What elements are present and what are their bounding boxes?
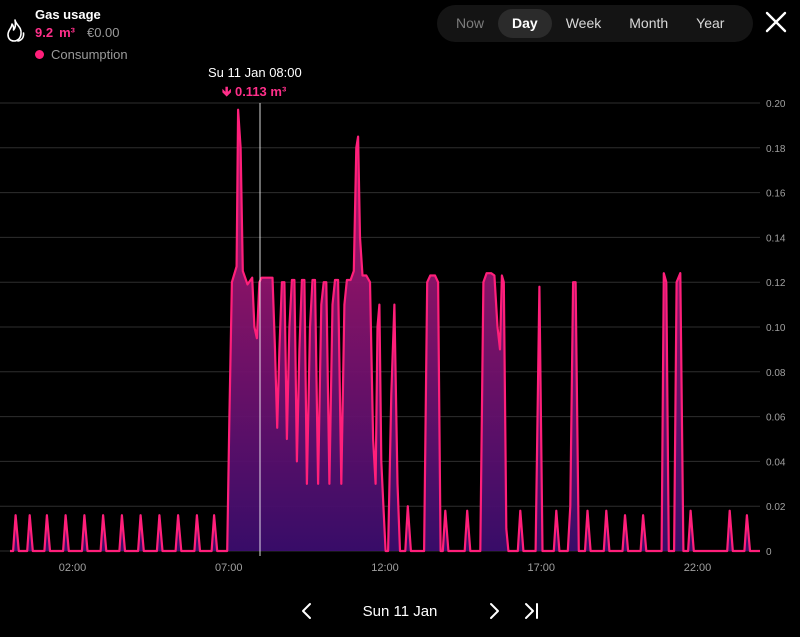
y-tick-label: 0.02	[766, 502, 786, 513]
flame-icon	[7, 19, 25, 42]
legend-consumption: Consumption	[35, 47, 128, 62]
y-tick-label: 0.10	[766, 323, 786, 334]
y-tick-label: 0.20	[766, 99, 786, 110]
consumption-area	[10, 109, 760, 551]
y-tick-label: 0	[766, 547, 772, 558]
y-axis-ticks: 0.20 0.18 0.16 0.14 0.12 0.10 0.08 0.06 0.04 0.02…	[766, 99, 786, 558]
consumption-line	[10, 108, 760, 553]
tab-day[interactable]: Day	[498, 9, 552, 38]
y-tick-label: 0.18	[766, 144, 786, 155]
usage-summary: 9.2 m³ €0.00	[35, 25, 120, 40]
x-tick-label: 22:00	[684, 562, 712, 574]
y-tick-label: 0.12	[766, 278, 786, 289]
x-tick-label: 12:00	[371, 562, 399, 574]
period-tabs: Now Day Week Month Year	[437, 5, 753, 42]
tab-week[interactable]: Week	[552, 9, 616, 38]
current-date-label[interactable]: Sun 11 Jan	[340, 603, 460, 620]
x-axis-ticks: 02:00 07:00 12:00 17:00 22:00	[59, 562, 712, 574]
usage-value: 9.2	[35, 25, 54, 40]
skip-to-end-icon[interactable]	[521, 601, 541, 621]
x-tick-label: 07:00	[215, 562, 243, 574]
tooltip-date: Su 11 Jan 08:00	[208, 65, 302, 80]
y-tick-label: 0.04	[766, 457, 786, 468]
tab-year[interactable]: Year	[682, 9, 738, 38]
date-navigation: Sun 11 Jan	[0, 595, 800, 627]
tab-now[interactable]: Now	[442, 9, 498, 38]
chevron-right-icon[interactable]	[484, 601, 504, 621]
y-tick-label: 0.08	[766, 368, 786, 379]
x-tick-label: 17:00	[527, 562, 555, 574]
close-icon[interactable]	[765, 11, 787, 33]
legend-dot	[35, 50, 44, 59]
usage-unit: m³	[59, 25, 75, 40]
y-tick-label: 0.06	[766, 413, 786, 424]
tab-month[interactable]: Month	[615, 9, 682, 38]
consumption-chart[interactable]: 0.20 0.18 0.16 0.14 0.12 0.10 0.08 0.06 0.04 0.02…	[0, 90, 800, 582]
y-tick-label: 0.14	[766, 233, 786, 244]
usage-cost: €0.00	[86, 25, 120, 40]
chevron-left-icon[interactable]	[297, 601, 317, 621]
page-title: Gas usage	[35, 7, 101, 22]
y-tick-label: 0.16	[766, 189, 786, 200]
legend-label: Consumption	[51, 47, 128, 62]
x-tick-label: 02:00	[59, 562, 87, 574]
